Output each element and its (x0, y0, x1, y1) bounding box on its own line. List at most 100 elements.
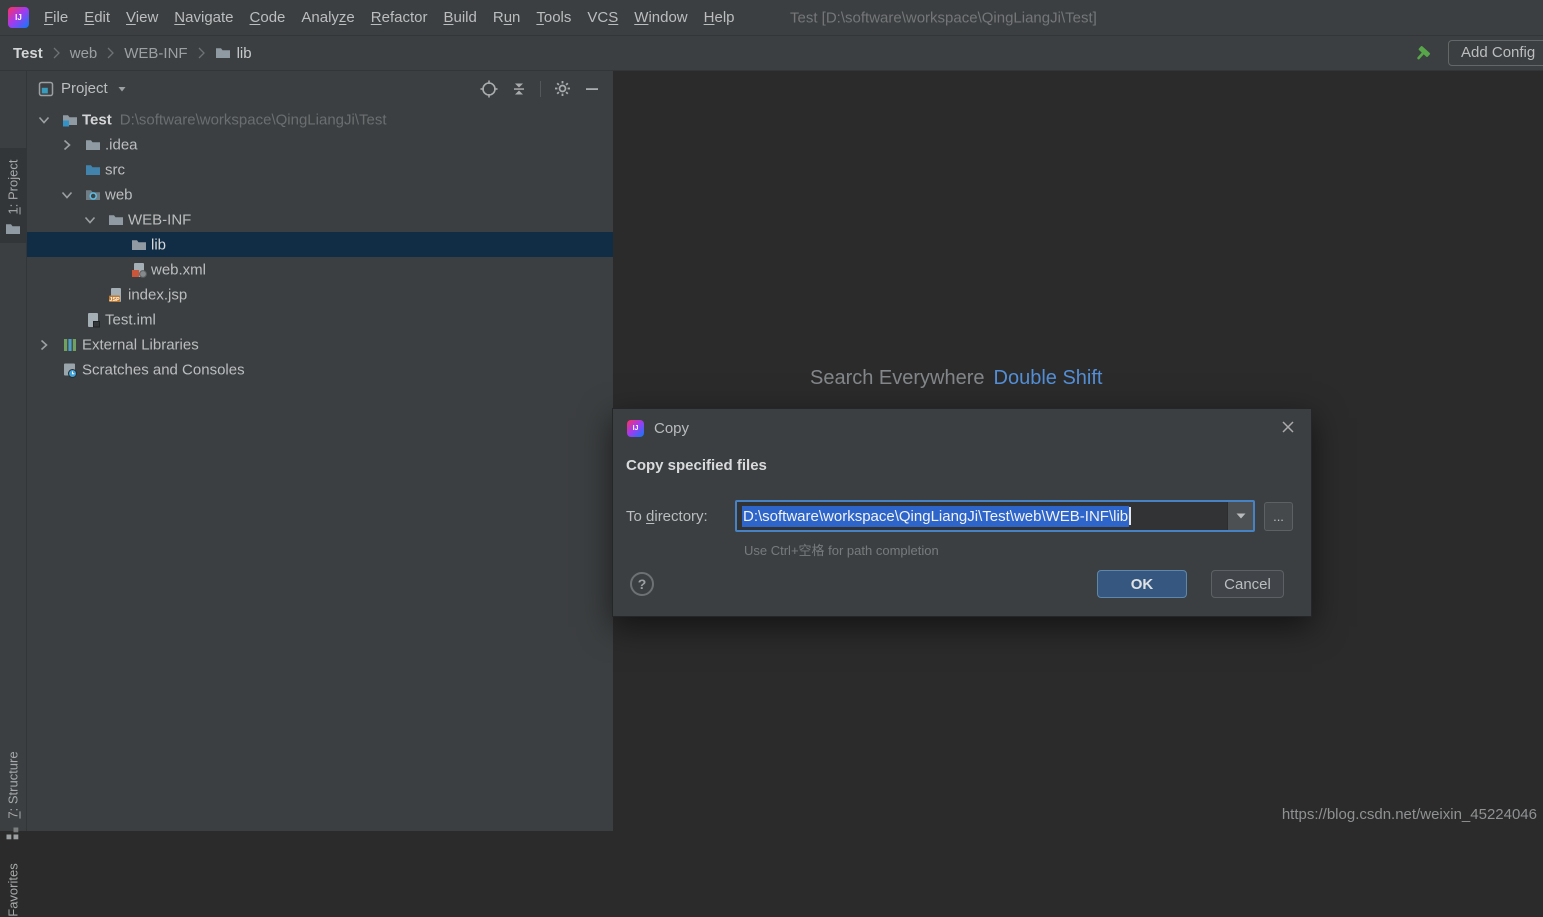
project-path-text: D:\software\workspace\QingLiangJi\Test (120, 111, 387, 128)
tree-item-test-iml[interactable]: Test.iml (27, 307, 613, 332)
tool-button-favorites[interactable]: Favorites (6, 863, 21, 916)
navigation-bar: Test web WEB-INF lib Add Config (0, 36, 1543, 71)
project-tool-window: Project TestD:\software\workspace\QingLi… (27, 70, 613, 831)
menu-item-window[interactable]: Window (626, 0, 695, 35)
tree-item-label: External Libraries (82, 336, 199, 353)
selected-path-text: D:\software\workspace\QingLiangJi\Test\w… (742, 506, 1129, 527)
folder-icon (108, 212, 124, 228)
chevron-right-icon[interactable] (36, 337, 52, 353)
tree-item-scratches-and-consoles[interactable]: Scratches and Consoles (27, 357, 613, 382)
tool-button-project[interactable]: 1: Project (6, 160, 21, 215)
dialog-title: Copy (654, 420, 689, 437)
structure-tool-button-icon[interactable] (5, 826, 21, 842)
project-folder-icon (62, 112, 78, 128)
menu-item-analyze[interactable]: Analyze (293, 0, 362, 35)
source-folder-icon (85, 162, 101, 178)
tree-item-external-libraries[interactable]: External Libraries (27, 332, 613, 357)
intellij-logo-icon: IJ (627, 420, 644, 437)
tree-item-label: WEB-INF (128, 211, 191, 228)
menu-item-vcs[interactable]: VCS (579, 0, 626, 35)
double-shift-shortcut: Double Shift (994, 367, 1103, 389)
dialog-heading: Copy specified files (626, 457, 767, 474)
collapse-all-icon[interactable] (511, 81, 527, 97)
add-configuration-button[interactable]: Add Config (1448, 40, 1543, 66)
menu-item-edit[interactable]: Edit (76, 0, 118, 35)
locate-file-icon[interactable] (480, 80, 498, 98)
watermark-url: https://blog.csdn.net/weixin_45224046 (1282, 806, 1537, 823)
webxml-file-icon (131, 262, 147, 278)
combobox-dropdown-icon[interactable] (1227, 502, 1253, 530)
directory-input[interactable]: D:\software\workspace\QingLiangJi\Test\w… (737, 502, 1227, 530)
tree-item-web-inf[interactable]: WEB-INF (27, 207, 613, 232)
chevron-down-icon[interactable] (59, 187, 75, 203)
tool-window-bar-left: 1: Project 7: Structure Favorites (0, 70, 27, 831)
project-view-selector[interactable]: Project (38, 80, 129, 97)
menu-item-tools[interactable]: Tools (528, 0, 579, 35)
tree-item-src[interactable]: src (27, 157, 613, 182)
caret-down-icon (115, 82, 129, 96)
web-folder-icon (85, 187, 101, 203)
chevron-down-icon[interactable] (82, 212, 98, 228)
menu-bar: IJ FileEditViewNavigateCodeAnalyzeRefact… (0, 0, 1543, 36)
svg-text:JSP: JSP (109, 296, 120, 302)
gear-icon[interactable] (554, 80, 571, 97)
to-directory-label: To directory: (626, 508, 708, 525)
menu-item-file[interactable]: File (36, 0, 76, 35)
folder-icon (131, 237, 147, 253)
tree-item-test[interactable]: TestD:\software\workspace\QingLiangJi\Te… (27, 107, 613, 132)
libraries-icon (62, 337, 78, 353)
tree-item-lib[interactable]: lib (27, 232, 613, 257)
path-completion-hint: Use Ctrl+空格 for path completion (744, 540, 939, 559)
breadcrumb: Test web WEB-INF lib (13, 36, 252, 70)
help-button[interactable]: ? (630, 572, 654, 596)
ok-button[interactable]: OK (1097, 570, 1187, 598)
project-tool-icon (38, 81, 54, 97)
breadcrumb-separator-icon (196, 46, 207, 60)
breadcrumb-item-test[interactable]: Test (13, 45, 43, 62)
hide-panel-icon[interactable] (584, 81, 600, 97)
close-icon[interactable] (1281, 420, 1297, 436)
breadcrumb-item-lib[interactable]: lib (237, 45, 252, 62)
tree-item-label: lib (151, 236, 166, 253)
tree-item-label: src (105, 161, 125, 178)
chevron-right-icon[interactable] (59, 137, 75, 153)
empty-editor-hint: Search Everywhere Double Shift (810, 367, 1103, 390)
tree-item-label: TestD:\software\workspace\QingLiangJi\Te… (82, 111, 387, 128)
menu-item-navigate[interactable]: Navigate (166, 0, 241, 35)
browse-directory-button[interactable]: ... (1264, 502, 1293, 531)
menu-item-build[interactable]: Build (435, 0, 484, 35)
project-panel-header: Project (27, 70, 613, 107)
menu-item-code[interactable]: Code (242, 0, 294, 35)
tree-item-web-xml[interactable]: web.xml (27, 257, 613, 282)
menu-item-refactor[interactable]: Refactor (363, 0, 436, 35)
tool-button-structure[interactable]: 7: Structure (6, 751, 21, 818)
jsp-file-icon: JSP (108, 287, 124, 303)
tree-item--idea[interactable]: .idea (27, 132, 613, 157)
breadcrumb-item-web-inf[interactable]: WEB-INF (124, 45, 187, 62)
header-divider (540, 81, 541, 97)
copy-dialog-titlebar[interactable]: IJ Copy (613, 409, 1311, 447)
search-everywhere-label: Search Everywhere (810, 367, 985, 389)
folder-icon (85, 137, 101, 153)
project-panel-title: Project (61, 80, 108, 97)
menu-item-view[interactable]: View (118, 0, 166, 35)
breadcrumb-item-web[interactable]: web (70, 45, 98, 62)
tree-item-label: web (105, 186, 133, 203)
tree-item-label: web.xml (151, 261, 206, 278)
copy-dialog: IJ Copy Copy specified files To director… (612, 408, 1312, 617)
directory-combobox[interactable]: D:\software\workspace\QingLiangJi\Test\w… (735, 500, 1255, 532)
tree-item-index-jsp[interactable]: JSPindex.jsp (27, 282, 613, 307)
tree-item-web[interactable]: web (27, 182, 613, 207)
menu-item-help[interactable]: Help (696, 0, 743, 35)
project-tool-button-icon[interactable] (5, 221, 21, 237)
breadcrumb-separator-icon (105, 46, 116, 60)
scratches-icon (62, 362, 78, 378)
build-hammer-icon[interactable] (1414, 44, 1432, 62)
text-caret (1129, 507, 1131, 525)
project-tree: TestD:\software\workspace\QingLiangJi\Te… (27, 107, 613, 831)
chevron-down-icon[interactable] (36, 112, 52, 128)
tree-item-label: Scratches and Consoles (82, 361, 245, 378)
panel-header-actions (480, 80, 600, 98)
cancel-button[interactable]: Cancel (1211, 570, 1284, 598)
menu-item-run[interactable]: Run (485, 0, 529, 35)
